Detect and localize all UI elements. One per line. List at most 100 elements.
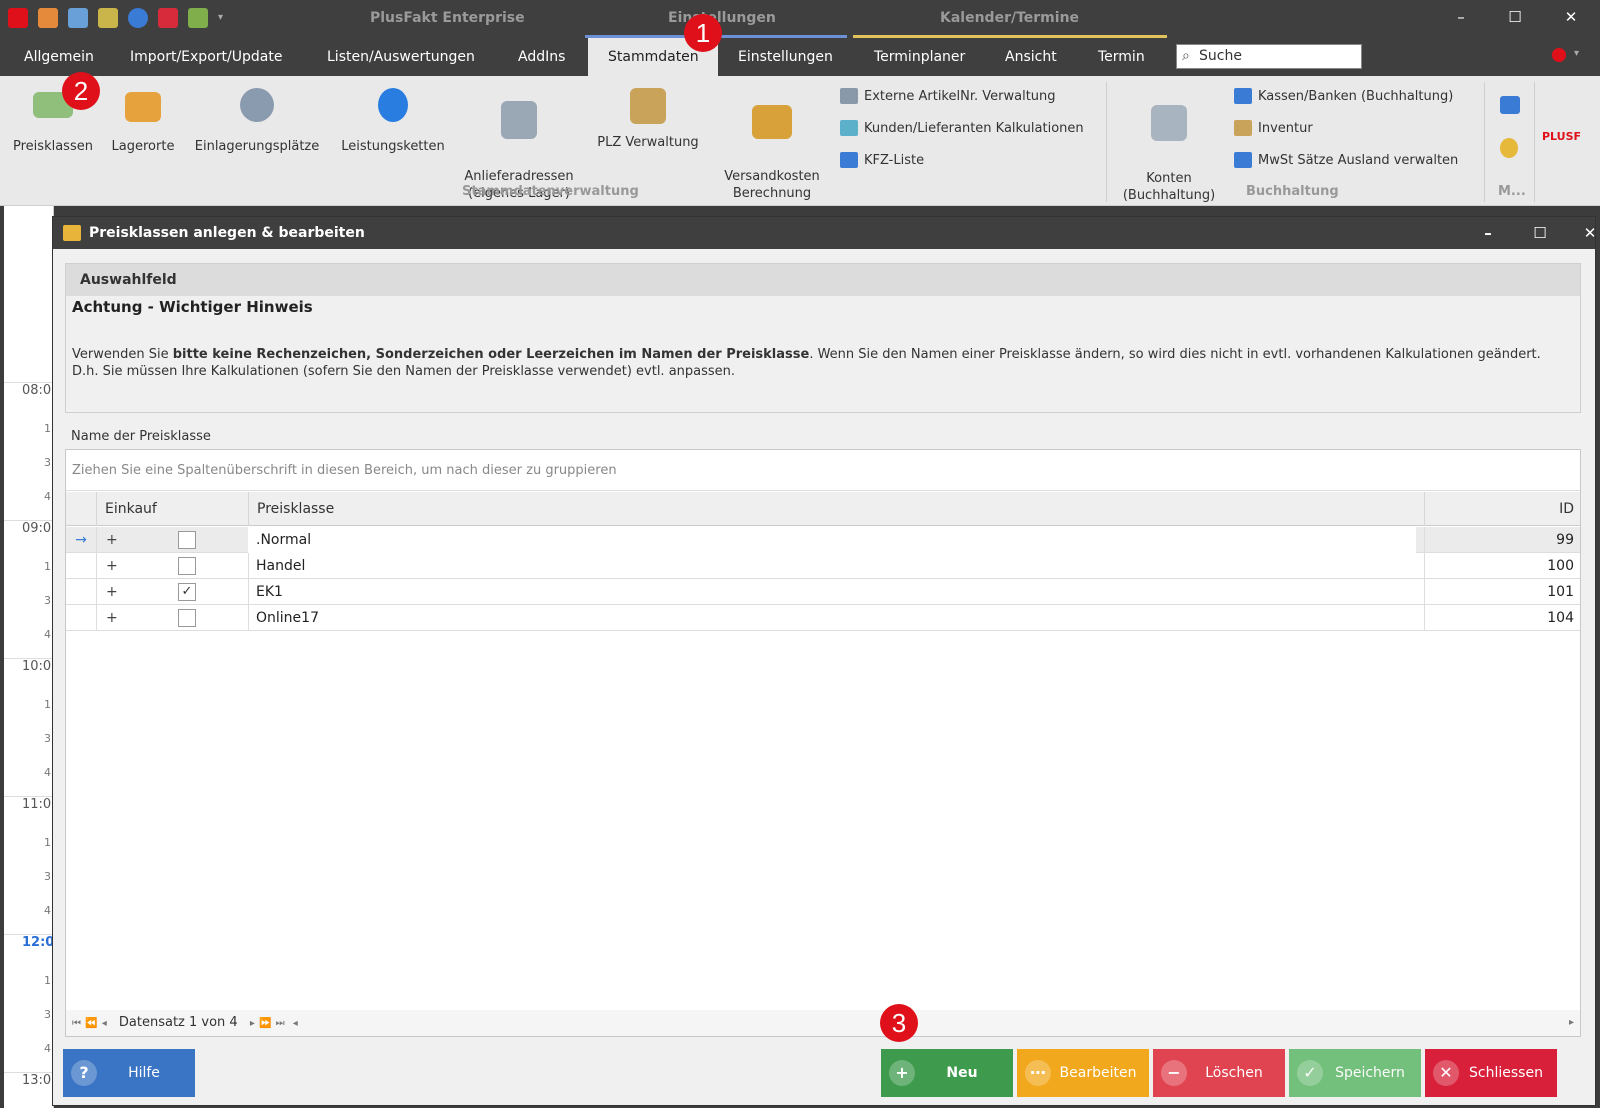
einkauf-checkbox[interactable]	[178, 531, 196, 549]
notice-panel: Auswahlfeld Achtung - Wichtiger Hinweis …	[65, 263, 1581, 413]
expand-button[interactable]: +	[106, 579, 118, 605]
search-input[interactable]: ⌕ Suche	[1176, 44, 1362, 69]
expand-button[interactable]: +	[106, 605, 118, 631]
prev-page-icon[interactable]: ⏪	[85, 1018, 97, 1029]
einkauf-checkbox-checked[interactable]: ✓	[178, 583, 196, 601]
dialog-close-button[interactable]: ✕	[1575, 217, 1600, 249]
preisklasse-cell[interactable]: EK1	[248, 579, 283, 605]
tab-import-export[interactable]: Import/Export/Update	[118, 38, 294, 76]
loeschen-button[interactable]: − Löschen	[1153, 1049, 1285, 1097]
einlagerungsplaetze-button[interactable]: Einlagerungsplätze	[190, 84, 324, 155]
table-row[interactable]: + ✓ EK1 101	[66, 579, 1580, 605]
close-window-button[interactable]: ✕	[1556, 8, 1586, 26]
scroll-right-icon[interactable]: ▸	[1569, 1010, 1574, 1036]
tab-allgemein[interactable]: Allgemein	[12, 38, 106, 76]
next-record-icon[interactable]: ▸	[250, 1018, 255, 1029]
calendar-icon[interactable]	[188, 8, 208, 28]
speichern-button[interactable]: ✓ Speichern	[1289, 1049, 1421, 1097]
bank-icon	[1151, 105, 1187, 141]
plz-verwaltung-label: PLZ Verwaltung	[597, 135, 699, 150]
house-icon	[630, 88, 666, 124]
tab-termin[interactable]: Termin	[1086, 38, 1157, 76]
maximize-button[interactable]: ☐	[1500, 8, 1530, 26]
id-cell: 99	[1556, 532, 1574, 548]
dialog-title-bar: Preisklassen anlegen & bearbeiten – ☐ ✕	[53, 217, 1596, 249]
inventur-button[interactable]: Inventur	[1234, 120, 1313, 136]
preisklasse-cell[interactable]: .Normal	[248, 527, 1416, 553]
neu-button[interactable]: + Neu	[881, 1049, 1013, 1097]
group-m: M...	[1498, 184, 1526, 199]
dialog-app-icon	[63, 225, 81, 241]
einkauf-checkbox[interactable]	[178, 609, 196, 627]
lagerorte-button[interactable]: Lagerorte	[106, 84, 180, 155]
tab-einstellungen[interactable]: Einstellungen	[726, 38, 845, 76]
scroll-left-icon[interactable]: ◂	[293, 1018, 298, 1029]
schliessen-button[interactable]: ✕ Schliessen	[1425, 1049, 1557, 1097]
table-row[interactable]: + Online17 104	[66, 605, 1580, 631]
externe-artikelnr-button[interactable]: Externe ArtikelNr. Verwaltung	[840, 88, 1056, 104]
last-record-icon[interactable]: ⏭	[276, 1018, 285, 1029]
tab-ansicht[interactable]: Ansicht	[993, 38, 1069, 76]
column-id[interactable]: ID	[1424, 492, 1580, 526]
table-row[interactable]: + Handel 100	[66, 553, 1580, 579]
calendar-hour: 11:0	[4, 796, 54, 812]
prev-record-icon[interactable]: ◂	[102, 1018, 107, 1029]
row-indicator-icon: →	[75, 532, 87, 548]
kunden-lieferanten-kalkulationen-button[interactable]: Kunden/Lieferanten Kalkulationen	[840, 120, 1084, 136]
record-navigator: ⏮ ⏪ ◂ Datensatz 1 von 4 ▸ ⏩ ⏭ ◂ ▸	[66, 1010, 1580, 1036]
bearbeiten-button[interactable]: ⋯ Bearbeiten	[1017, 1049, 1149, 1097]
users-icon[interactable]	[38, 8, 58, 28]
preisklasse-cell[interactable]: Handel	[248, 553, 305, 579]
user-icon[interactable]	[1552, 48, 1566, 62]
app-title: PlusFakt Enterprise	[370, 10, 525, 26]
dialog-title: Preisklassen anlegen & bearbeiten	[89, 225, 365, 241]
help-icon[interactable]	[128, 8, 148, 28]
title-bar: ▾ PlusFakt Enterprise Einstellungen Kale…	[0, 0, 1600, 38]
einlagerungsplaetze-label: Einlagerungsplätze	[194, 139, 320, 154]
step-badge-1: 1	[684, 14, 722, 52]
quick-access-toolbar: ▾	[8, 8, 238, 28]
preisklasse-cell[interactable]: Online17	[248, 605, 319, 631]
calendar-hour: 13:0	[4, 1072, 54, 1088]
kassen-banken-button[interactable]: Kassen/Banken (Buchhaltung)	[1234, 88, 1453, 104]
expand-button[interactable]: +	[106, 553, 118, 579]
konten-button[interactable]: Konten (Buchhaltung)	[1116, 84, 1222, 221]
swiss-icon[interactable]	[158, 8, 178, 28]
hilfe-button[interactable]: ? Hilfe	[63, 1049, 195, 1097]
search-icon: ⌕	[1182, 48, 1190, 64]
step-badge-3: 3	[880, 1004, 918, 1042]
leistungsketten-button[interactable]: Leistungsketten	[334, 84, 452, 155]
tab-terminplaner[interactable]: Terminplaner	[862, 38, 977, 76]
m-group-icon-1[interactable]	[1500, 96, 1520, 114]
preisklassen-dialog: Preisklassen anlegen & bearbeiten – ☐ ✕ …	[52, 216, 1596, 1106]
first-record-icon[interactable]: ⏮	[72, 1018, 81, 1029]
ribbon: Preisklassen Lagerorte Einlagerungsplätz…	[0, 76, 1600, 206]
table-row[interactable]: → + .Normal 99	[66, 527, 1580, 553]
context-tab-einstellungen: Einstellungen	[668, 10, 776, 26]
tab-addins[interactable]: AddIns	[506, 38, 577, 76]
plusfakt-logo-icon[interactable]	[8, 8, 28, 28]
group-by-panel[interactable]: Ziehen Sie eine Spaltenüberschrift in di…	[66, 450, 1580, 491]
money-icon[interactable]	[98, 8, 118, 28]
tab-listen[interactable]: Listen/Auswertungen	[315, 38, 487, 76]
expand-button[interactable]: +	[106, 527, 118, 553]
record-counter: Datensatz 1 von 4	[118, 1015, 238, 1030]
plz-verwaltung-button[interactable]: PLZ Verwaltung	[588, 84, 708, 151]
column-einkauf[interactable]: Einkauf	[96, 492, 248, 526]
einkauf-checkbox[interactable]	[178, 557, 196, 575]
documents-icon[interactable]	[68, 8, 88, 28]
group-stammdatenverwaltung: Stammdatenverwaltung	[462, 184, 639, 199]
m-group-icon-2[interactable]	[1500, 138, 1518, 158]
dropdown-icon[interactable]: ▾	[218, 8, 238, 28]
column-preisklasse[interactable]: Preisklasse	[248, 492, 1424, 526]
cash-register-icon	[1234, 88, 1252, 104]
people-icon	[840, 120, 858, 136]
versandkosten-button[interactable]: Versandkosten Berechnung	[716, 84, 828, 219]
user-dropdown-icon[interactable]: ▾	[1574, 48, 1579, 59]
kfz-liste-button[interactable]: KFZ-Liste	[840, 152, 924, 168]
dialog-minimize-button[interactable]: –	[1473, 217, 1503, 249]
next-page-icon[interactable]: ⏩	[259, 1018, 271, 1029]
minimize-button[interactable]: –	[1446, 8, 1476, 26]
mwst-saetze-button[interactable]: MwSt Sätze Ausland verwalten	[1234, 152, 1458, 168]
dialog-maximize-button[interactable]: ☐	[1525, 217, 1555, 249]
